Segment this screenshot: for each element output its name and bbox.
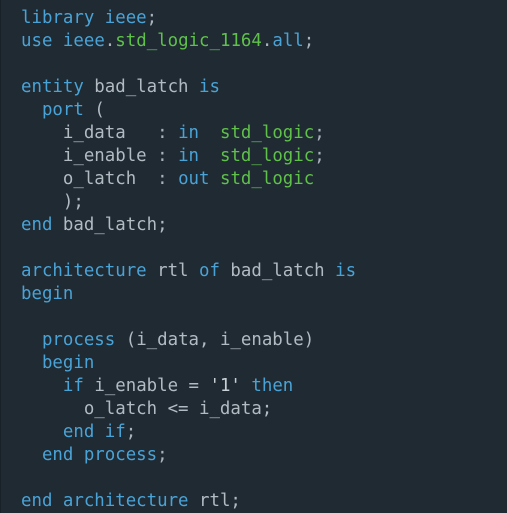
code-token: i_enable <box>21 146 158 166</box>
code-token: i_data <box>21 123 158 143</box>
code-line: architecture rtl of bad_latch is <box>21 260 356 283</box>
code-line: end process; <box>21 444 356 467</box>
code-line: end architecture rtl; <box>21 490 356 513</box>
code-token: rtl <box>146 261 199 281</box>
code-editor[interactable]: library ieee; use ieee.std_logic_1164.all… <box>0 0 507 513</box>
code-token: out <box>178 169 210 189</box>
code-token: is <box>199 77 220 97</box>
code-token: . <box>104 31 116 51</box>
code-token: use <box>21 31 53 51</box>
code-token: process <box>41 330 116 350</box>
code-token: std_logic_1164 <box>115 31 262 51</box>
code-token: std_logic <box>219 123 315 143</box>
code-line: if i_enable = '1' then <box>21 375 356 398</box>
code-token: end if <box>62 422 126 442</box>
code-token: entity <box>21 77 84 97</box>
code-token: o_latch <= i_data; <box>21 399 273 419</box>
code-token: ); <box>21 192 84 212</box>
code-line: o_latch : out std_logic <box>21 168 356 191</box>
code-token: begin <box>41 353 95 373</box>
code-token: bad_latch <box>219 261 336 281</box>
code-token: library ieee <box>21 8 147 28</box>
code-token: std_logic <box>219 146 315 166</box>
code-token: : <box>157 146 179 166</box>
code-token: in <box>178 146 200 166</box>
code-line: process (i_data, i_enable) <box>21 329 356 352</box>
code-token: : <box>157 123 179 143</box>
code-token: ; <box>314 146 325 166</box>
code-token: ( <box>83 100 105 120</box>
code-token: begin <box>21 284 74 304</box>
code-token: bad_latch; <box>52 215 168 235</box>
code-line: begin <box>21 283 356 306</box>
code-token: ; <box>303 31 315 51</box>
code-token: ieee <box>62 31 105 51</box>
code-token: i_enable = <box>83 376 210 396</box>
code-line: i_enable : in std_logic; <box>21 145 356 168</box>
code-line: library ieee; <box>21 7 356 30</box>
code-line: i_data : in std_logic; <box>21 122 356 145</box>
code-line: port ( <box>21 99 356 122</box>
code-token: of <box>199 261 220 281</box>
code-token: all <box>272 31 304 51</box>
code-line: ); <box>21 191 356 214</box>
code-token: end architecture <box>21 491 189 511</box>
code-token: if <box>62 376 84 396</box>
code-line: end bad_latch; <box>21 214 356 237</box>
code-line: o_latch <= i_data; <box>21 398 356 421</box>
code-line: end if; <box>21 421 356 444</box>
code-token: rtl; <box>188 491 241 511</box>
code-block[interactable]: library ieee; use ieee.std_logic_1164.all… <box>21 7 356 513</box>
code-token: : <box>157 169 179 189</box>
code-token: ; <box>146 8 158 28</box>
code-token: std_logic <box>219 169 315 189</box>
code-token: architecture <box>21 261 147 281</box>
code-line: begin <box>21 352 356 375</box>
code-token: o_latch <box>21 169 158 189</box>
code-token: ; <box>125 422 137 442</box>
code-token: in <box>178 123 200 143</box>
code-line: entity bad_latch is <box>21 76 356 99</box>
code-token: end <box>21 215 53 235</box>
code-token: bad_latch <box>83 77 199 97</box>
code-line: use ieee.std_logic_1164.all; <box>21 30 356 53</box>
code-token: port <box>41 100 84 120</box>
code-token: '1' <box>209 376 241 396</box>
code-token: ; <box>314 123 325 143</box>
code-token: (i_data, i_enable) <box>115 330 315 350</box>
code-token: then <box>251 376 294 396</box>
code-token: ; <box>157 445 168 465</box>
code-token: . <box>261 31 273 51</box>
code-token: is <box>335 261 357 281</box>
code-token: end process <box>41 445 158 465</box>
